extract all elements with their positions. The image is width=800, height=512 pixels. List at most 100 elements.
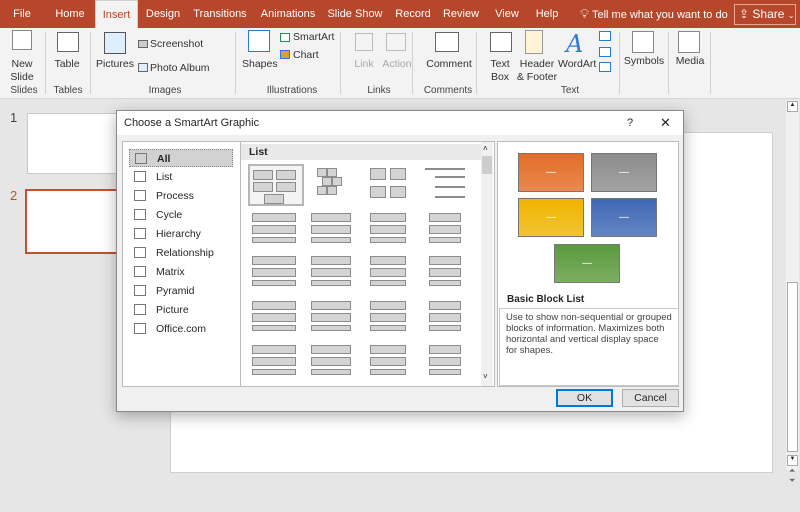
smartart-layout-thumbnail[interactable] xyxy=(362,295,418,337)
pictures-button[interactable]: Pictures xyxy=(96,58,134,71)
category-relationship[interactable]: Relationship xyxy=(129,244,233,262)
smartart-layout-thumbnail[interactable] xyxy=(248,207,304,249)
tab-slide-show[interactable]: Slide Show xyxy=(325,0,385,28)
scroll-up-icon[interactable]: ˄ xyxy=(483,144,488,153)
scrollbar-thumb[interactable] xyxy=(787,282,798,452)
tab-design[interactable]: Design xyxy=(140,0,186,28)
category-label: Relationship xyxy=(156,247,214,259)
ok-button[interactable]: OK xyxy=(556,389,613,407)
smartart-layout-thumbnail[interactable] xyxy=(305,339,361,381)
layout-shape xyxy=(327,186,337,195)
smartart-layout-thumbnail[interactable] xyxy=(248,250,304,292)
smartart-layout-thumbnail[interactable] xyxy=(419,207,475,249)
category-pyramid[interactable]: Pyramid xyxy=(129,282,233,300)
media-button[interactable]: Media xyxy=(672,55,708,68)
comment-button[interactable]: Comment xyxy=(424,58,474,71)
layout-shape xyxy=(332,177,342,186)
smartart-icon xyxy=(280,33,290,42)
tab-review[interactable]: Review xyxy=(440,0,482,28)
layout-shape xyxy=(252,280,296,286)
smartart-layout-thumbnail[interactable] xyxy=(305,207,361,249)
layout-shape xyxy=(390,168,406,180)
new-slide-icon xyxy=(12,30,32,50)
layout-shape xyxy=(429,225,461,234)
gallery-scroll-thumb[interactable] xyxy=(482,156,492,174)
vertical-scrollbar[interactable]: ▲ ▼ xyxy=(786,100,799,470)
action-button[interactable]: Action xyxy=(380,58,414,71)
help-button[interactable]: ? xyxy=(627,111,633,135)
smartart-layout-thumbnail[interactable] xyxy=(305,295,361,337)
smartart-layout-thumbnail[interactable] xyxy=(362,250,418,292)
chart-button[interactable]: Chart xyxy=(293,49,319,62)
table-button[interactable]: Table xyxy=(50,58,84,71)
preview-block: — xyxy=(518,198,584,237)
category-hierarchy[interactable]: Hierarchy xyxy=(129,225,233,243)
shapes-button[interactable]: Shapes xyxy=(242,58,278,71)
scroll-down-arrow-icon[interactable]: ▼ xyxy=(787,455,798,466)
header-footer-button[interactable]: Header & Footer xyxy=(516,58,558,84)
smartart-layout-thumbnail[interactable] xyxy=(362,339,418,381)
layout-shape xyxy=(252,213,296,222)
tab-view[interactable]: View xyxy=(490,0,524,28)
link-button[interactable]: Link xyxy=(350,58,378,71)
tab-home[interactable]: Home xyxy=(48,0,92,28)
tab-insert[interactable]: Insert xyxy=(95,0,138,29)
category-matrix[interactable]: Matrix xyxy=(129,263,233,281)
tab-file[interactable]: File xyxy=(4,0,40,28)
wordart-button[interactable]: WordArt xyxy=(558,58,596,71)
smartart-layout-thumbnail[interactable] xyxy=(419,250,475,292)
smartart-layout-thumbnail[interactable] xyxy=(362,164,418,206)
category-picture[interactable]: Picture xyxy=(129,301,233,319)
layout-shape xyxy=(429,301,461,310)
category-cycle[interactable]: Cycle xyxy=(129,206,233,224)
tab-record[interactable]: Record xyxy=(390,0,436,28)
close-button[interactable]: ✕ xyxy=(660,111,671,135)
layout-shape xyxy=(435,176,465,178)
category-label: Pyramid xyxy=(156,285,195,297)
slide-thumbnail-2[interactable] xyxy=(25,189,119,254)
smartart-layout-thumbnail[interactable] xyxy=(419,164,475,206)
share-button[interactable]: ⇪ Share ⌄ xyxy=(734,4,796,25)
text-box-button[interactable]: Text Box xyxy=(486,58,514,84)
tab-animations[interactable]: Animations xyxy=(255,0,321,28)
scroll-down-icon[interactable]: ˅ xyxy=(483,372,488,381)
category-process[interactable]: Process xyxy=(129,187,233,205)
smartart-layout-thumbnail[interactable] xyxy=(305,164,361,206)
tab-transitions[interactable]: Transitions xyxy=(190,0,250,28)
tell-me-search[interactable]: 💡︎ Tell me what you want to do xyxy=(580,0,728,28)
gallery-section-header: List xyxy=(241,144,481,160)
share-icon: ⇪ xyxy=(739,7,750,21)
layout-shape xyxy=(390,186,406,198)
gallery-scrollbar[interactable]: ˄ ˅ xyxy=(481,142,493,386)
new-slide-button[interactable]: New Slide xyxy=(8,58,36,84)
smartart-layout-thumbnail[interactable] xyxy=(419,339,475,381)
smartart-layout-thumbnail[interactable] xyxy=(305,250,361,292)
slide-number: 2 xyxy=(10,188,18,203)
layout-shape xyxy=(311,225,351,234)
layout-shape xyxy=(370,325,406,331)
scroll-up-arrow-icon[interactable]: ▲ xyxy=(787,101,798,112)
prev-next-slide-icon[interactable]: ⏶ ⏷ xyxy=(789,466,795,486)
cancel-button[interactable]: Cancel xyxy=(622,389,679,407)
smartart-layout-thumbnail[interactable] xyxy=(248,295,304,337)
tab-help[interactable]: Help xyxy=(530,0,564,28)
smartart-layout-thumbnail[interactable] xyxy=(419,295,475,337)
link-icon xyxy=(355,33,373,51)
symbols-button[interactable]: Symbols xyxy=(622,55,666,68)
screenshot-button[interactable]: Screenshot xyxy=(150,38,203,51)
smartart-layout-thumbnail[interactable] xyxy=(362,207,418,249)
preview-block: — xyxy=(591,198,657,237)
category-all[interactable]: All xyxy=(129,149,233,167)
smartart-layout-thumbnail[interactable] xyxy=(248,164,304,206)
smartart-button[interactable]: SmartArt xyxy=(293,31,334,44)
smartart-layout-thumbnail[interactable] xyxy=(248,339,304,381)
layout-shape xyxy=(276,182,296,192)
preview-block: — xyxy=(591,153,657,192)
slide-thumbnail-1[interactable] xyxy=(27,113,118,174)
chevron-down-icon: ⌄ xyxy=(787,11,795,20)
layout-shape xyxy=(429,357,461,366)
category-officecom[interactable]: Office.com xyxy=(129,320,233,338)
category-list[interactable]: List xyxy=(129,168,233,186)
process-icon xyxy=(134,190,146,201)
photo-album-button[interactable]: Photo Album xyxy=(150,62,210,75)
